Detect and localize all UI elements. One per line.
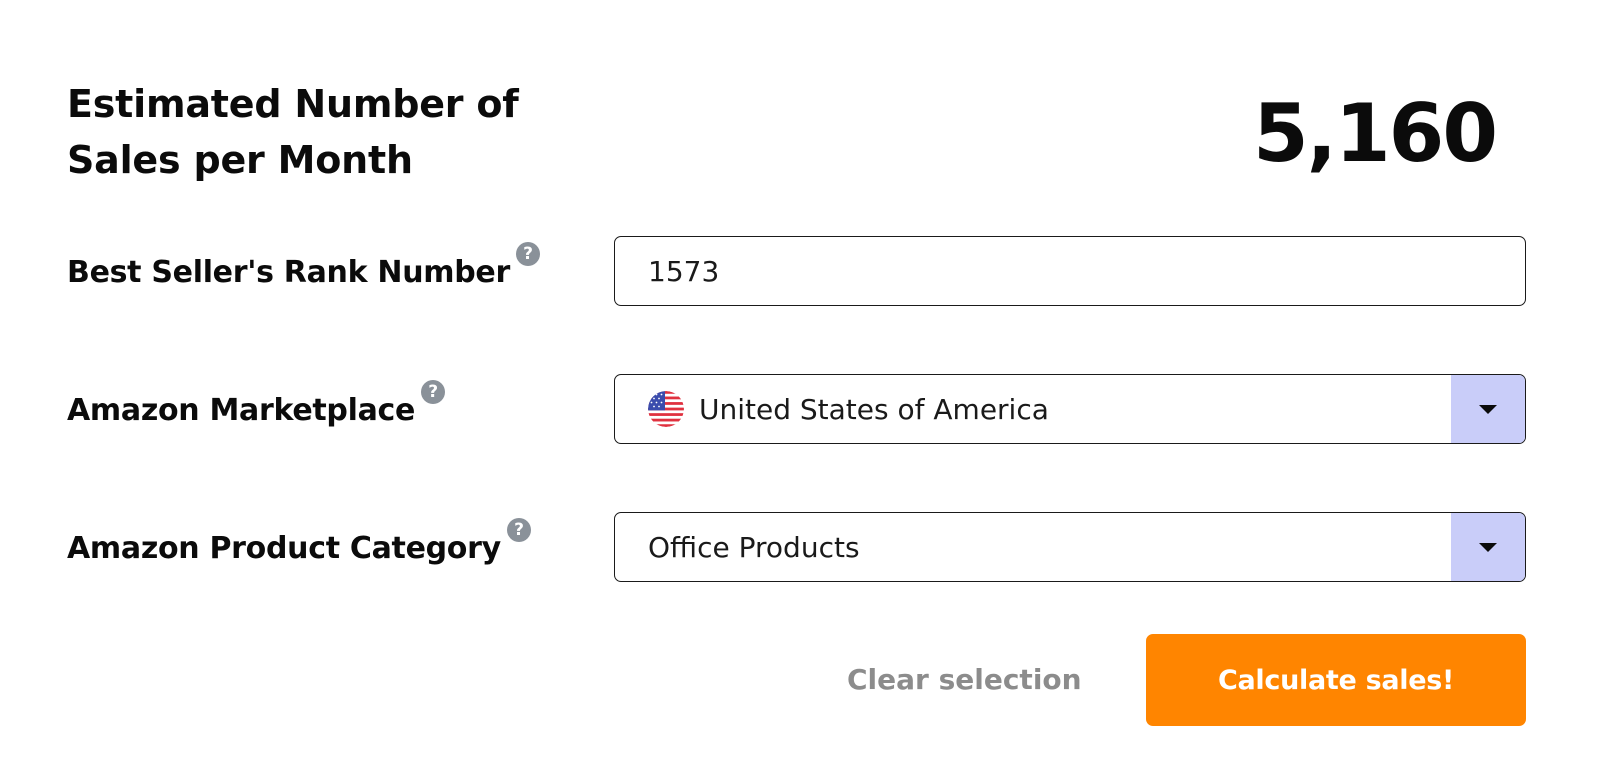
clear-selection-link[interactable]: Clear selection [847,658,1082,702]
category-selected-label: Office Products [648,530,860,564]
marketplace-select[interactable]: United States of America [614,374,1526,444]
caret-down-icon [1479,542,1497,552]
sales-estimator-card: Estimated Number of Sales per Month 5,16… [0,0,1600,769]
help-icon[interactable]: ? [421,380,446,404]
rank-row: Best Seller's Rank Number ? [0,236,1600,308]
category-selected[interactable]: Office Products [615,513,1451,581]
category-select[interactable]: Office Products [614,512,1526,582]
category-label-text: Amazon Product Category [67,530,501,566]
caret-down-icon [1479,404,1497,414]
marketplace-selected-label: United States of America [699,392,1049,426]
rank-field [614,236,1526,306]
us-flag-icon [648,391,684,427]
category-label: Amazon Product Category ? [67,512,531,584]
rank-label: Best Seller's Rank Number ? [67,236,540,308]
category-row: Amazon Product Category ? Office Product… [0,512,1600,584]
result-title: Estimated Number of Sales per Month [67,82,519,182]
estimated-sales-value: 5,160 [1252,87,1498,180]
category-dropdown-toggle[interactable] [1451,513,1525,581]
marketplace-label-text: Amazon Marketplace [67,392,416,428]
marketplace-label: Amazon Marketplace ? [67,374,446,446]
help-icon[interactable]: ? [506,518,531,542]
calculate-sales-button[interactable]: Calculate sales! [1146,634,1526,726]
rank-input[interactable] [615,237,1525,305]
marketplace-dropdown-toggle[interactable] [1451,375,1525,443]
rank-label-text: Best Seller's Rank Number [67,254,510,290]
marketplace-row: Amazon Marketplace ? United States of Am… [0,374,1600,446]
help-icon[interactable]: ? [515,242,540,266]
marketplace-selected[interactable]: United States of America [615,375,1451,443]
